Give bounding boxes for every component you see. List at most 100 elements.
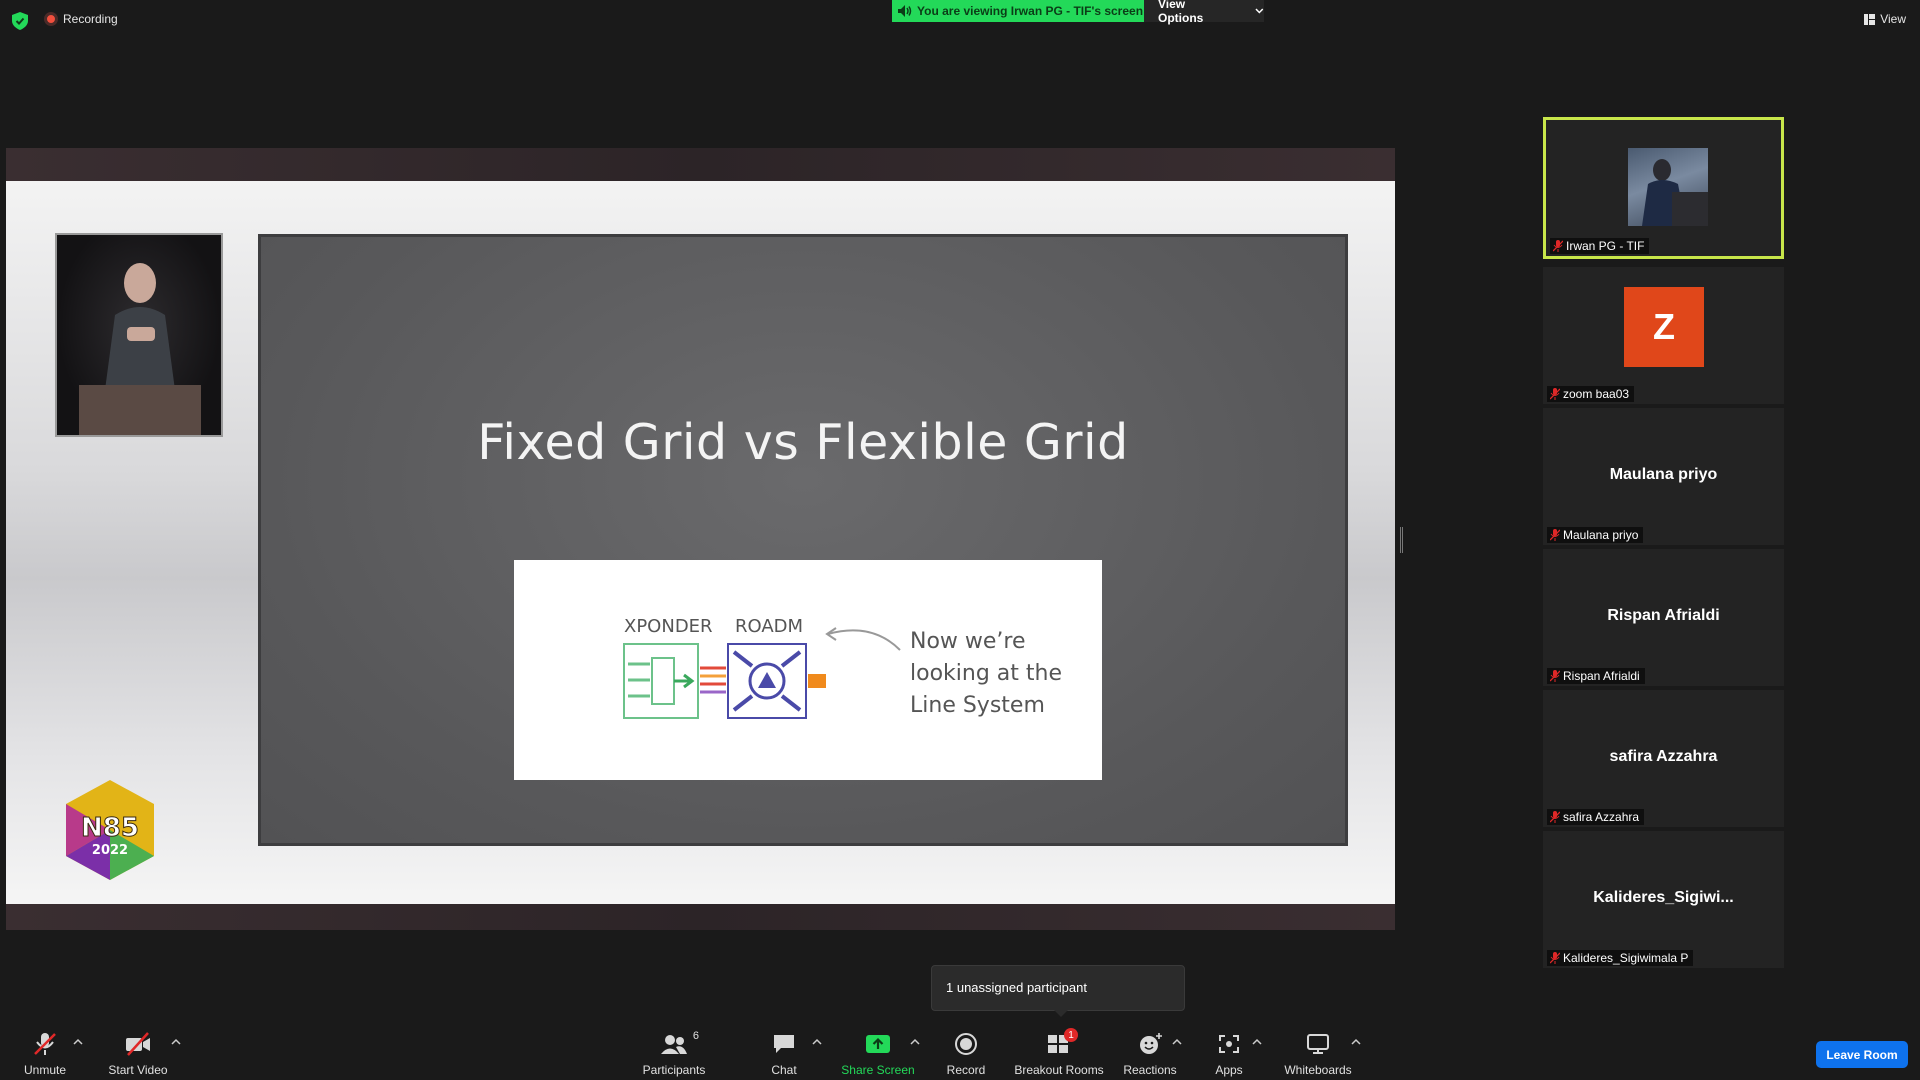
slide: Fixed Grid vs Flexible Grid XPONDER ROAD… [258,234,1348,846]
participant-center-name: Kalideres_Sigiwi... [1593,889,1734,906]
chat-button[interactable]: Chat [766,1032,802,1078]
participants-button[interactable]: 6 Participants [640,1030,708,1078]
view-options-button[interactable]: View Options [1144,0,1264,25]
reactions-emoji-icon [1140,1033,1162,1054]
participant-name-label: safira Azzahra [1547,809,1645,825]
breakout-rooms-badge: 1 [1064,1028,1078,1042]
participant-tile-safira[interactable]: safira Azzahra safira Azzahra [1543,690,1784,827]
unmute-label: Unmute [23,1063,67,1077]
note-line: looking at the [910,661,1062,686]
view-options-label: View Options [1158,0,1204,25]
slide-diagram: XPONDER ROADM Now we’re looking at the L… [514,560,1102,780]
speaker-video-inset [55,233,223,437]
record-icon [955,1033,977,1055]
apps-options-chevron-icon[interactable] [1252,1038,1262,1046]
shared-screen[interactable]: Fixed Grid vs Flexible Grid XPONDER ROAD… [6,148,1395,930]
participants-label: Participants [642,1063,706,1077]
video-options-chevron-icon[interactable] [171,1038,181,1046]
participant-name: zoom baa03 [1563,387,1630,401]
share-screen-icon [866,1035,890,1053]
record-button[interactable]: Record [944,1032,988,1078]
participant-name: Maulana priyo [1563,528,1639,542]
participant-video-frame [1642,159,1708,226]
view-layout-button[interactable]: View [1864,12,1906,26]
speaker-icon [898,5,912,17]
participant-video [1628,148,1708,226]
participant-center-name: Maulana priyo [1609,466,1718,483]
recording-label[interactable]: Recording [63,12,118,26]
xponder-roadm-diagram [623,643,826,719]
video-off-icon [126,1032,150,1056]
apps-label: Apps [1215,1063,1243,1077]
participant-name: Kalideres_Sigiwimala P [1563,951,1689,965]
participant-name-label: Kalideres_Sigiwimala P [1547,950,1694,966]
unmute-button[interactable]: Unmute [20,1032,70,1078]
screen-top-strip [6,148,1395,181]
unassigned-participant-tooltip: 1 unassigned participant [931,965,1185,1017]
meeting-toolbar: Unmute Start Video 6 Participants Chat S… [0,1020,1920,1080]
participant-center-name: safira Azzahra [1609,748,1718,765]
whiteboards-options-chevron-icon[interactable] [1351,1038,1361,1046]
participant-tile-maulana[interactable]: Maulana priyo Maulana priyo [1543,408,1784,545]
mic-muted-icon [1550,952,1560,964]
participant-tile-rispan[interactable]: Rispan Afrialdi Rispan Afrialdi [1543,549,1784,686]
share-screen-label: Share Screen [841,1063,915,1077]
breakout-rooms-label: Breakout Rooms [1014,1063,1104,1077]
slide-title: Fixed Grid vs Flexible Grid [477,414,1129,471]
avatar: Z [1624,287,1704,367]
mic-muted-icon [1550,529,1560,541]
recording-icon[interactable] [44,12,58,26]
whiteboard-icon [1307,1034,1329,1054]
panel-resize-handle[interactable] [1400,527,1403,553]
presentation-stage: Fixed Grid vs Flexible Grid XPONDER ROAD… [6,181,1395,904]
reactions-options-chevron-icon[interactable] [1172,1038,1182,1046]
viewing-screen-banner: You are viewing Irwan PG - TIF's screen [892,0,1144,22]
apps-icon [1219,1035,1239,1053]
start-video-label: Start Video [108,1063,168,1077]
reactions-button[interactable]: Reactions [1123,1032,1177,1078]
participant-name: Irwan PG - TIF [1566,239,1645,253]
layout-grid-icon [1864,13,1876,25]
mic-muted-icon [1553,240,1563,252]
mic-muted-icon [1550,388,1560,400]
participants-icon [661,1035,687,1054]
participant-tile-kalideres[interactable]: Kalideres_Sigiwi... Kalideres_Sigiwimala… [1543,831,1784,968]
apps-button[interactable]: Apps [1212,1032,1246,1078]
breakout-rooms-icon-wrap: 1 [1046,1028,1078,1056]
participant-name-label: Rispan Afrialdi [1547,668,1645,684]
security-shield-icon[interactable] [12,12,28,30]
participants-count: 6 [692,1030,699,1042]
breakout-rooms-button[interactable]: 1 Breakout Rooms [1012,1028,1106,1078]
reactions-label: Reactions [1123,1063,1177,1077]
logo-text: N85 [81,813,139,843]
nanog-logo: N85 2022 [66,780,154,880]
share-screen-button[interactable]: Share Screen [840,1032,916,1078]
chevron-down-icon [1255,8,1264,14]
participant-name: Rispan Afrialdi [1563,669,1640,683]
speaker-silhouette [79,263,201,435]
whiteboards-button[interactable]: Whiteboards [1282,1032,1354,1078]
pointer-arrow-icon [825,627,901,651]
audio-options-chevron-icon[interactable] [73,1038,83,1046]
participant-tile-irwan[interactable]: Irwan PG - TIF [1543,117,1784,259]
participant-name-label: Irwan PG - TIF [1550,238,1650,254]
participant-tile-zoom-baa03[interactable]: Z zoom baa03 [1543,267,1784,404]
participant-name: safira Azzahra [1563,810,1640,824]
chat-options-chevron-icon[interactable] [812,1038,822,1046]
mic-muted-icon [1550,811,1560,823]
slide-note: Now we’re looking at the Line System [910,626,1062,722]
whiteboards-label: Whiteboards [1284,1063,1352,1077]
leave-room-button[interactable]: Leave Room [1816,1041,1908,1068]
logo-year: 2022 [92,843,128,858]
viewing-screen-text: You are viewing Irwan PG - TIF's screen [917,4,1144,18]
share-options-chevron-icon[interactable] [910,1038,920,1046]
roadm-label: ROADM [735,616,804,637]
chat-icon [774,1035,794,1053]
chat-label: Chat [771,1063,797,1077]
record-label: Record [946,1063,986,1077]
note-line: Line System [910,693,1045,718]
xponder-label: XPONDER [624,616,713,637]
view-label: View [1880,12,1906,26]
start-video-button[interactable]: Start Video [106,1032,170,1078]
participants-icon-wrap: 6 [661,1030,699,1056]
